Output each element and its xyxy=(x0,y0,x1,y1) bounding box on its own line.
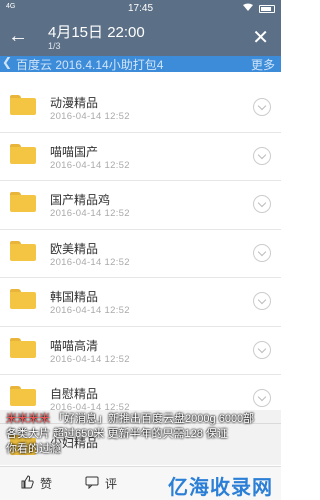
folder-name: 国产精品鸡 xyxy=(50,193,111,207)
folder-icon xyxy=(10,95,36,115)
caption-line-2: 各类大片 超过650米 更新半年的只需128 保证 xyxy=(6,428,228,440)
list-item[interactable]: 喵喵国产 2016-04-14 12:52 xyxy=(0,133,281,181)
path-bar: ❮ 百度云 2016.4.14小助打包4 更多 xyxy=(0,56,281,72)
folder-date: 2016-04-14 12:52 xyxy=(50,305,130,316)
list-item[interactable]: 韩国精品 2016-04-14 12:52 xyxy=(0,278,281,327)
folder-date: 2016-04-14 12:52 xyxy=(50,111,130,122)
folder-date: 2016-04-14 12:52 xyxy=(50,353,130,365)
folder-name: 喵喵高清 xyxy=(50,338,99,353)
folder-name: 动漫精品 xyxy=(50,96,99,110)
folder-date: 2016-04-14 12:52 xyxy=(50,159,130,171)
page-counter: 1/3 xyxy=(48,41,61,51)
caption-line-1: 米米米米 「好消息」新推出百度云盘2000g 6000部 xyxy=(6,412,275,427)
folder-icon xyxy=(10,337,36,358)
watermark: 亿海收录网 xyxy=(168,477,273,499)
folder-icon xyxy=(10,192,36,212)
status-time: 17:45 xyxy=(127,3,154,14)
page-title: 4月15日 22:00 xyxy=(48,24,145,41)
chevron-down-icon[interactable] xyxy=(253,195,271,213)
breadcrumb: 百度云 2016.4.14小助打包4 xyxy=(16,58,164,72)
folder-icon xyxy=(10,289,36,309)
folder-date: 2016-04-14 12:52 xyxy=(50,256,130,268)
back-arrow-icon[interactable]: ← xyxy=(8,26,28,46)
folder-date: 2016-04-14 12:52 xyxy=(50,208,130,219)
comment-button[interactable]: 评 xyxy=(85,475,117,492)
comment-label: 评 xyxy=(105,477,118,491)
folder-icon xyxy=(10,240,36,261)
status-right xyxy=(242,3,275,14)
status-bar: 4G 17:45 xyxy=(0,0,281,18)
thumbs-up-icon xyxy=(20,475,34,492)
overlay-caption: 米米米米 「好消息」新推出百度云盘2000g 6000部 各类大片 超过650米… xyxy=(0,410,281,465)
chevron-down-icon[interactable] xyxy=(253,389,271,407)
chevron-down-icon[interactable] xyxy=(253,98,271,116)
chevron-down-icon[interactable] xyxy=(253,292,271,310)
wifi-icon xyxy=(242,3,254,14)
comment-icon xyxy=(85,475,99,492)
list-item[interactable]: 国产精品鸡 2016-04-14 12:52 xyxy=(0,181,281,230)
folder-icon xyxy=(10,386,36,406)
like-label: 赞 xyxy=(40,477,53,491)
like-button[interactable]: 赞 xyxy=(20,475,52,492)
folder-name: 喵喵国产 xyxy=(50,144,99,159)
list-item[interactable]: 欧美精品 2016-04-14 12:52 xyxy=(0,230,281,278)
list-item[interactable]: 喵喵高清 2016-04-14 12:52 xyxy=(0,327,281,375)
caption-prefix: 米米米米 xyxy=(6,413,50,425)
chevron-down-icon[interactable] xyxy=(253,146,271,165)
folder-name: 自慰精品 xyxy=(50,387,99,401)
caption-text: 「好消息」新推出百度云盘2000g 6000部 xyxy=(53,413,255,425)
folder-name: 欧美精品 xyxy=(50,241,99,256)
top-bar: ← 4月15日 22:00 1/3 ✕ xyxy=(0,18,281,56)
folder-icon xyxy=(10,143,36,164)
folder-name: 韩国精品 xyxy=(50,290,99,304)
list-item[interactable]: 动漫精品 2016-04-14 12:52 xyxy=(0,84,281,133)
more-button[interactable]: 更多 xyxy=(251,56,275,72)
chevron-left-icon[interactable]: ❮ xyxy=(2,56,12,69)
chevron-down-icon[interactable] xyxy=(253,340,271,359)
bottom-bar: 赞 评 亿海收录网 xyxy=(0,466,281,500)
chevron-down-icon[interactable] xyxy=(253,243,271,262)
caption-line-3: 你看的过瘾 xyxy=(6,443,61,455)
battery-icon xyxy=(259,4,275,13)
close-icon[interactable]: ✕ xyxy=(252,25,269,50)
